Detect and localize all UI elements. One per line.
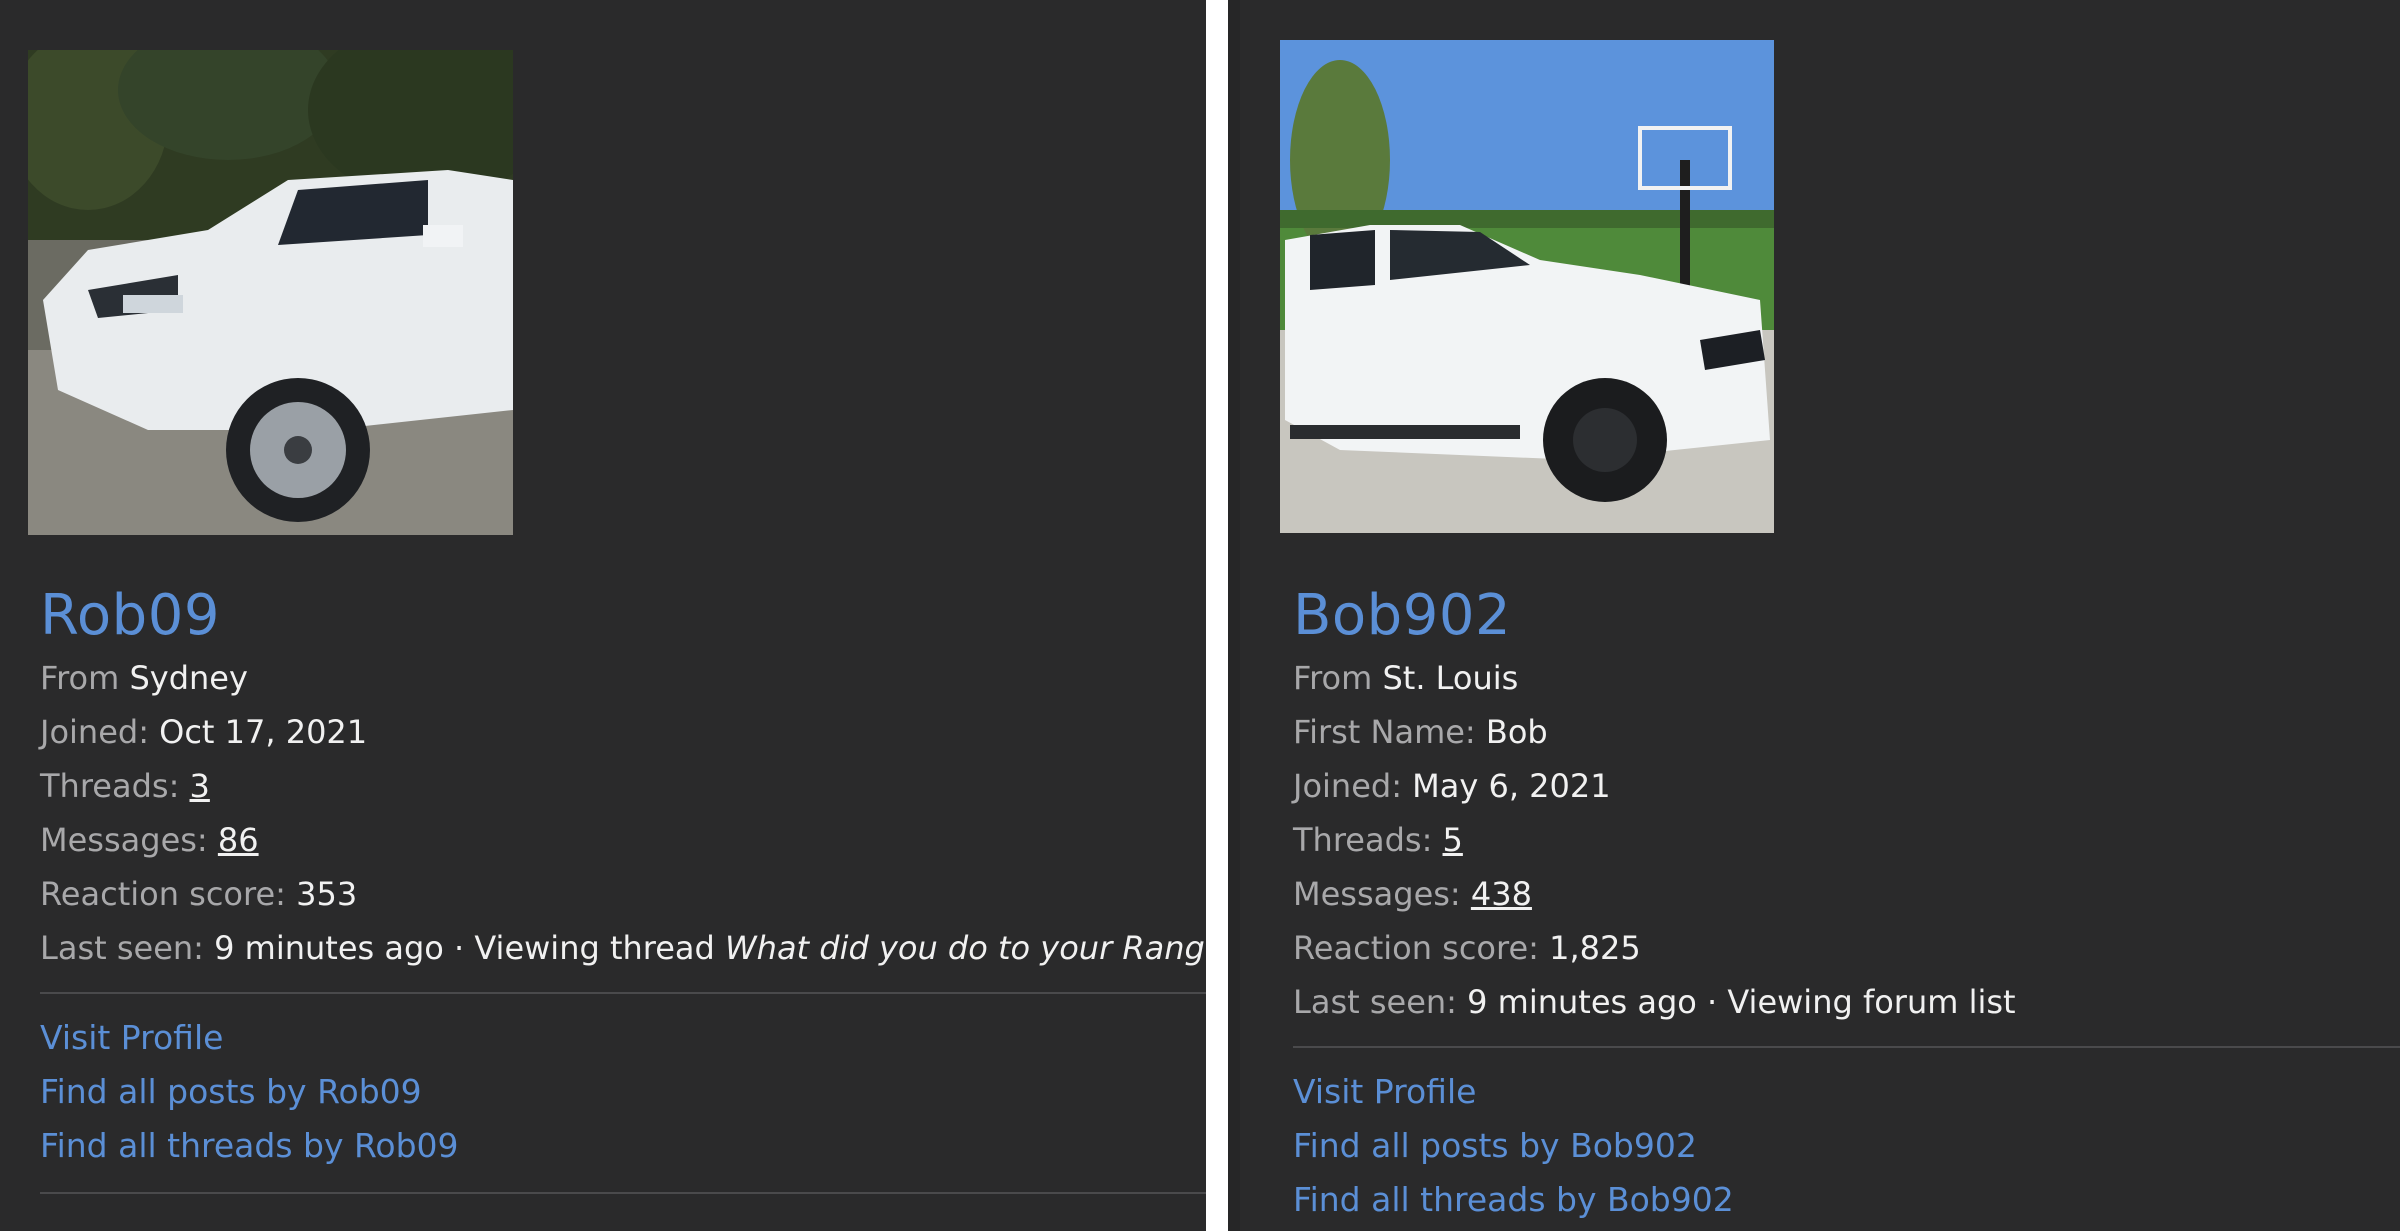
threads-row: Threads: 3 <box>40 768 1206 804</box>
username-link[interactable]: Rob09 <box>40 582 1206 650</box>
joined-label: Joined: <box>40 713 149 751</box>
joined-value: May 6, 2021 <box>1412 767 1611 805</box>
threads-count-link[interactable]: 3 <box>190 767 210 805</box>
messages-row: Messages: 438 <box>1293 876 2400 912</box>
find-threads-link[interactable]: Find all threads by Bob902 <box>1293 1182 2400 1218</box>
joined-row: Joined: May 6, 2021 <box>1293 768 2400 804</box>
separator-dot: · <box>454 929 465 967</box>
threads-count-link[interactable]: 5 <box>1443 821 1463 859</box>
from-value: Sydney <box>129 659 248 697</box>
from-label: From <box>1293 659 1373 697</box>
find-posts-link[interactable]: Find all posts by Rob09 <box>40 1074 1206 1110</box>
divider <box>40 1192 1206 1194</box>
last-seen-label: Last seen: <box>1293 983 1457 1021</box>
messages-count-link[interactable]: 438 <box>1471 875 1532 913</box>
find-posts-link[interactable]: Find all posts by Bob902 <box>1293 1128 2400 1164</box>
last-seen-activity: Viewing forum list <box>1727 983 2016 1021</box>
first-name-value: Bob <box>1485 713 1548 751</box>
panel-gap <box>1206 0 1228 1231</box>
divider <box>40 992 1206 994</box>
separator-dot: · <box>1707 983 1718 1021</box>
first-name-row: First Name: Bob <box>1293 714 2400 750</box>
messages-row: Messages: 86 <box>40 822 1206 858</box>
last-seen-activity: Viewing thread <box>474 929 715 967</box>
find-threads-link[interactable]: Find all threads by Rob09 <box>40 1128 1206 1164</box>
last-seen-row: Last seen: 9 minutes ago · Viewing threa… <box>40 930 1206 966</box>
threads-label: Threads: <box>1293 821 1433 859</box>
reaction-score-value: 1,825 <box>1549 929 1641 967</box>
visit-profile-link[interactable]: Visit Profile <box>1293 1074 2400 1110</box>
threads-label: Threads: <box>40 767 180 805</box>
from-row: From Sydney <box>40 660 1206 696</box>
reaction-score-label: Reaction score: <box>1293 929 1539 967</box>
from-label: From <box>40 659 120 697</box>
joined-value: Oct 17, 2021 <box>159 713 368 751</box>
last-seen-row: Last seen: 9 minutes ago · Viewing forum… <box>1293 984 2400 1020</box>
reaction-score-label: Reaction score: <box>40 875 286 913</box>
messages-label: Messages: <box>40 821 208 859</box>
username-link[interactable]: Bob902 <box>1293 582 2400 650</box>
avatar[interactable] <box>1280 40 1774 533</box>
panel-edge <box>1228 0 1240 1231</box>
member-info: Bob902 From St. Louis First Name: Bob Jo… <box>1293 582 2400 1231</box>
reaction-score-value: 353 <box>296 875 358 913</box>
member-card-bob902: Bob902 From St. Louis First Name: Bob Jo… <box>1240 0 2400 1231</box>
avatar[interactable] <box>28 50 513 535</box>
first-name-label: First Name: <box>1293 713 1476 751</box>
member-info: Rob09 From Sydney Joined: Oct 17, 2021 T… <box>40 582 1206 1220</box>
reaction-score-row: Reaction score: 1,825 <box>1293 930 2400 966</box>
member-card-rob09: Rob09 From Sydney Joined: Oct 17, 2021 T… <box>0 0 1206 1231</box>
joined-row: Joined: Oct 17, 2021 <box>40 714 1206 750</box>
messages-label: Messages: <box>1293 875 1461 913</box>
divider <box>1293 1046 2400 1048</box>
from-row: From St. Louis <box>1293 660 2400 696</box>
threads-row: Threads: 5 <box>1293 822 2400 858</box>
visit-profile-link[interactable]: Visit Profile <box>40 1020 1206 1056</box>
from-value: St. Louis <box>1382 659 1519 697</box>
last-seen-time: 9 minutes ago <box>1467 983 1697 1021</box>
last-seen-label: Last seen: <box>40 929 204 967</box>
reaction-score-row: Reaction score: 353 <box>40 876 1206 912</box>
member-links: Visit Profile Find all posts by Bob902 F… <box>1293 1074 2400 1218</box>
viewing-thread-title-link[interactable]: What did you do to your Rang <box>725 929 1205 967</box>
last-seen-time: 9 minutes ago <box>214 929 444 967</box>
white-pickup-truck-photo <box>28 50 513 535</box>
joined-label: Joined: <box>1293 767 1402 805</box>
white-pickup-truck-photo <box>1280 40 1774 533</box>
messages-count-link[interactable]: 86 <box>218 821 259 859</box>
member-links: Visit Profile Find all posts by Rob09 Fi… <box>40 1020 1206 1164</box>
